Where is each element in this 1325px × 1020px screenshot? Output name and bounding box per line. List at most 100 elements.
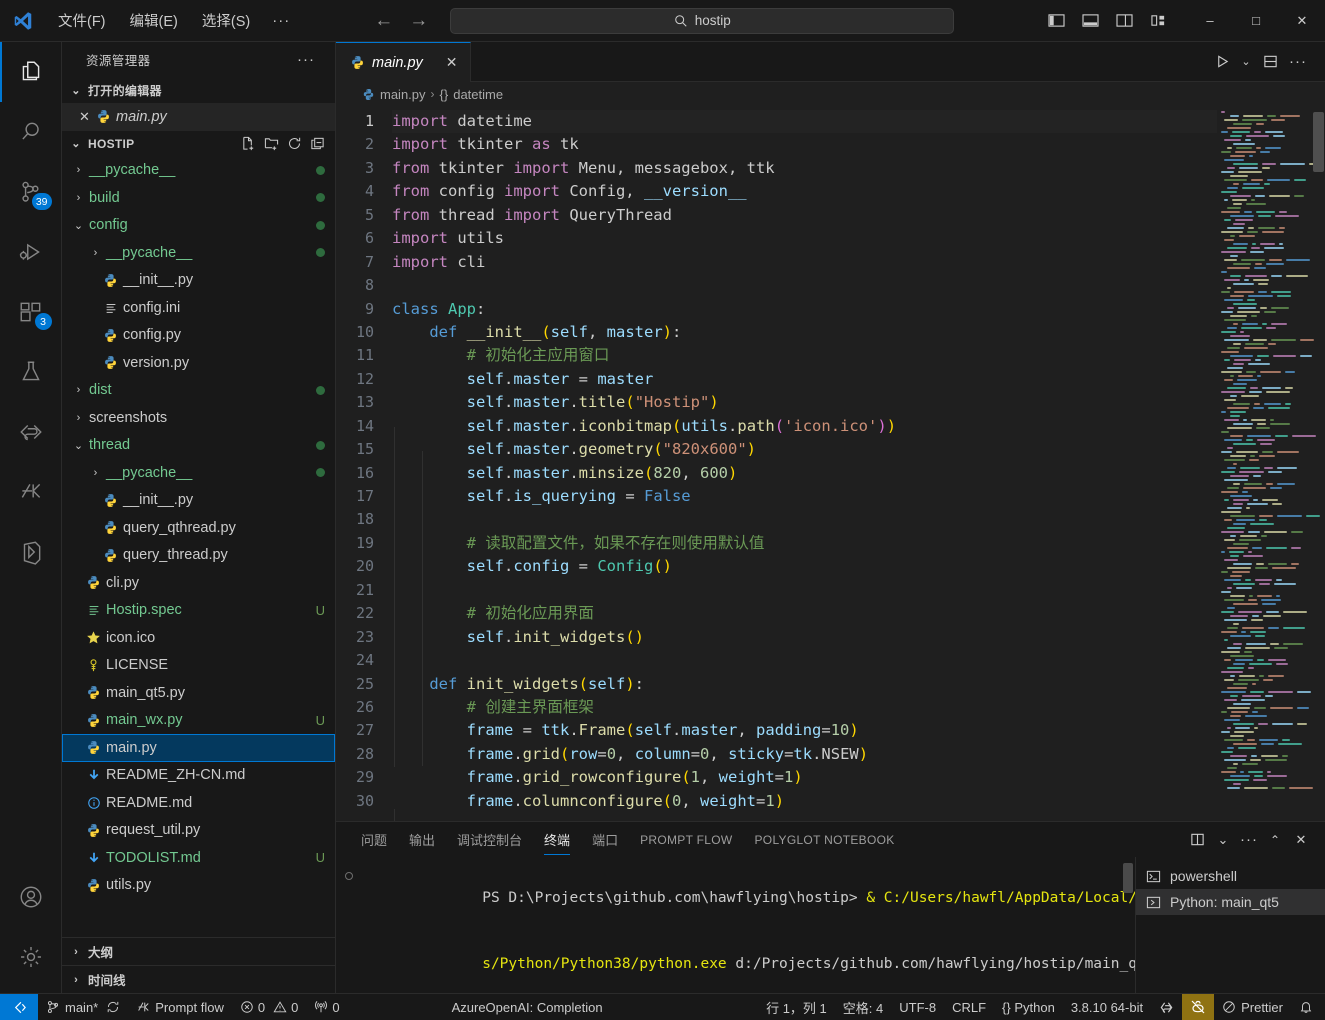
tree-item[interactable]: cli.py [62, 569, 335, 597]
status-encoding[interactable]: UTF-8 [891, 994, 944, 1020]
status-remote-window[interactable] [0, 993, 38, 1020]
tree-item[interactable]: LICENSE [62, 652, 335, 680]
chevron-right-icon[interactable]: › [87, 467, 104, 479]
sidebar-section-outline[interactable]: › 大纲 [62, 937, 335, 965]
tree-item[interactable]: main_qt5.py [62, 679, 335, 707]
status-sync[interactable] [106, 994, 128, 1020]
status-eol[interactable]: CRLF [944, 994, 994, 1020]
tree-item[interactable]: ⌄ thread [62, 432, 335, 460]
toggle-secondary-sidebar-icon[interactable] [1109, 6, 1139, 36]
tree-item[interactable]: › __pycache__ [62, 239, 335, 267]
code-line[interactable]: self.config = Config() [392, 555, 1217, 578]
tree-item[interactable]: __init__.py [62, 267, 335, 295]
breadcrumb-symbol[interactable]: datetime [453, 87, 503, 102]
tree-item[interactable]: Hostip.spec U [62, 597, 335, 625]
code-line[interactable]: self.master.iconbitmap(utils.path('icon.… [392, 415, 1217, 438]
tree-item[interactable]: query_qthread.py [62, 514, 335, 542]
status-branch[interactable]: main* [38, 994, 106, 1020]
tree-item[interactable]: ⌄ config [62, 212, 335, 240]
menu-file[interactable]: 文件(F) [46, 6, 118, 35]
chevron-down-icon[interactable]: ⌄ [70, 439, 87, 452]
activity-search[interactable] [0, 102, 62, 162]
tree-item[interactable]: config.py [62, 322, 335, 350]
activity-explorer[interactable] [0, 42, 62, 102]
explorer-more-actions[interactable]: ··· [297, 51, 315, 68]
command-center-search[interactable]: hostip [450, 7, 955, 34]
code-line[interactable]: frame.grid_rowconfigure(1, weight=1) [392, 766, 1217, 789]
menu-overflow-button[interactable]: ··· [262, 8, 300, 33]
code-line[interactable]: def __init__(self, master): [392, 321, 1217, 344]
window-close-button[interactable]: ✕ [1279, 0, 1325, 42]
split-editor-down-icon[interactable] [1257, 42, 1283, 82]
close-panel-icon[interactable]: ✕ [1289, 822, 1313, 857]
tree-item[interactable]: README.md [62, 789, 335, 817]
activity-run-debug[interactable] [0, 222, 62, 282]
code-line[interactable]: from config import Config, __version__ [392, 180, 1217, 203]
activity-extensions[interactable]: 3 [0, 282, 62, 342]
tree-item[interactable]: __init__.py [62, 487, 335, 515]
tree-item[interactable]: main.py [62, 734, 335, 762]
code-line[interactable]: import utils [392, 227, 1217, 250]
status-prettier[interactable]: Prettier [1214, 994, 1291, 1020]
minimap[interactable] [1217, 106, 1325, 821]
open-editors-section-header[interactable]: ⌄ 打开的编辑器 [62, 77, 335, 103]
code-line[interactable]: import cli [392, 251, 1217, 274]
tree-item[interactable]: › __pycache__ [62, 459, 335, 487]
activity-accounts[interactable] [0, 867, 62, 927]
code-line[interactable]: frame.grid(row=0, column=0, sticky=tk.NS… [392, 743, 1217, 766]
panel-tab-ports[interactable]: 端口 [581, 822, 629, 857]
tree-item[interactable]: query_thread.py [62, 542, 335, 570]
status-notifications[interactable] [1291, 994, 1325, 1020]
tree-item[interactable]: utils.py [62, 872, 335, 900]
panel-tab-problems[interactable]: 问题 [350, 822, 398, 857]
code-lines[interactable]: import datetime import tkinter as tk from … [392, 106, 1217, 821]
chevron-down-icon[interactable]: ⌄ [70, 219, 87, 232]
editor-tab-main-py[interactable]: main.py ✕ [336, 42, 471, 82]
more-actions-icon[interactable]: ··· [1285, 42, 1311, 82]
tree-item[interactable]: version.py [62, 349, 335, 377]
status-copilot[interactable] [1182, 993, 1215, 1020]
activity-prompt-flow[interactable] [0, 462, 62, 522]
chevron-right-icon[interactable]: › [70, 192, 87, 204]
code-line[interactable] [392, 649, 1217, 672]
editor-scrollbar[interactable] [1311, 106, 1325, 821]
status-line-col[interactable]: 行 1，列 1 [758, 994, 835, 1020]
activity-polyglot-notebook[interactable] [0, 522, 62, 582]
status-azure-openai[interactable]: AzureOpenAI: Completion [444, 994, 611, 1020]
terminal-output[interactable]: PS D:\Projects\github.com\hawflying\host… [336, 857, 1135, 993]
tree-item[interactable]: request_util.py [62, 817, 335, 845]
open-editor-item-main-py[interactable]: ✕ main.py [62, 103, 335, 131]
chevron-right-icon[interactable]: › [70, 412, 87, 424]
panel-tab-debug-console[interactable]: 调试控制台 [446, 822, 533, 857]
code-line[interactable]: # 初始化主应用窗口 [392, 344, 1217, 367]
chevron-down-icon[interactable]: ⌄ [1211, 822, 1235, 857]
collapse-all-icon[interactable] [310, 136, 325, 151]
code-line[interactable]: # 读取配置文件，如果不存在则使用默认值 [392, 532, 1217, 555]
status-prompt-flow[interactable]: Prompt flow [128, 994, 232, 1020]
code-line[interactable]: frame.columnconfigure(0, weight=1) [392, 790, 1217, 813]
sidebar-section-timeline[interactable]: › 时间线 [62, 965, 335, 993]
code-line[interactable]: self.master.title("Hostip") [392, 391, 1217, 414]
code-line[interactable]: self.is_querying = False [392, 485, 1217, 508]
toggle-primary-sidebar-icon[interactable] [1041, 6, 1071, 36]
activity-testing[interactable] [0, 342, 62, 402]
panel-tab-polyglot-notebook[interactable]: POLYGLOT NOTEBOOK [744, 822, 906, 857]
close-icon[interactable]: ✕ [446, 54, 458, 71]
chevron-right-icon[interactable]: › [87, 247, 104, 259]
maximize-panel-icon[interactable]: ⌃ [1263, 822, 1287, 857]
code-line[interactable]: from tkinter import Menu, messagebox, tt… [392, 157, 1217, 180]
window-maximize-button[interactable]: □ [1233, 0, 1279, 42]
chevron-right-icon[interactable]: › [70, 384, 87, 396]
more-actions-icon[interactable]: ··· [1237, 822, 1261, 857]
run-python-file-icon[interactable] [1209, 42, 1235, 82]
status-problems[interactable]: 0 0 [232, 994, 306, 1020]
activity-source-control[interactable]: 39 [0, 162, 62, 222]
code-line[interactable]: from thread import QueryThread [392, 204, 1217, 227]
code-line[interactable] [392, 508, 1217, 531]
code-line[interactable] [392, 579, 1217, 602]
breadcrumb-file[interactable]: main.py [380, 87, 426, 102]
tree-item[interactable]: › __pycache__ [62, 157, 335, 185]
code-line[interactable]: # 初始化应用界面 [392, 602, 1217, 625]
status-python-interpreter[interactable]: 3.8.10 64-bit [1063, 994, 1151, 1020]
arrow-right-icon[interactable]: → [409, 11, 428, 30]
